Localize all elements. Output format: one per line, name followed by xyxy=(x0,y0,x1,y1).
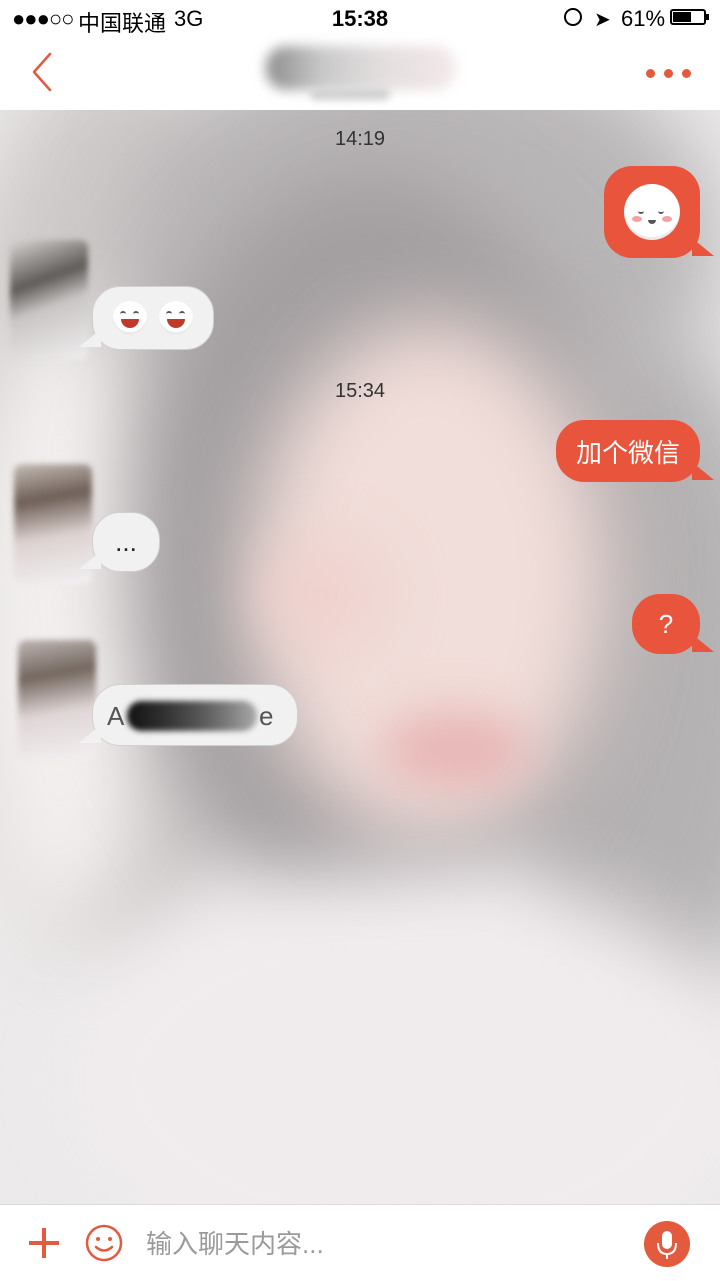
outgoing-message-bubble[interactable]: ? xyxy=(632,594,714,654)
message-timestamp: 15:34 xyxy=(334,380,386,402)
navigation-bar xyxy=(0,36,720,111)
laughing-face-emoji-icon xyxy=(159,301,193,335)
message-timestamp: 14:19 xyxy=(334,128,386,150)
smiley-icon xyxy=(85,1224,123,1262)
smiling-face-emoji-icon xyxy=(624,184,680,240)
incoming-message-bubble[interactable]: A e xyxy=(79,684,298,746)
back-button[interactable] xyxy=(22,50,66,94)
incoming-message-bubble[interactable] xyxy=(79,286,214,350)
redacted-contact-name xyxy=(266,46,456,90)
redacted-last-seen xyxy=(310,88,390,100)
microphone-icon xyxy=(657,1231,677,1259)
message-text: 加个微信 xyxy=(575,437,680,468)
outgoing-message-bubble[interactable]: 加个微信 xyxy=(556,420,714,482)
message-input-bar xyxy=(0,1204,720,1281)
battery-level xyxy=(673,12,692,22)
status-bar: ●●●○○ 中国联通 3G 15:38 ➤ 61% xyxy=(0,0,720,36)
incoming-message-bubble[interactable]: ... xyxy=(79,512,160,572)
battery-icon xyxy=(670,9,709,25)
outgoing-message-bubble[interactable] xyxy=(604,166,714,258)
message-text-prefix: A xyxy=(107,701,125,731)
plus-icon[interactable] xyxy=(26,1225,62,1261)
battery-percent: 61% xyxy=(621,6,666,31)
message-text-suffix: e xyxy=(259,701,274,731)
chat-title-redacted xyxy=(250,40,470,106)
location-arrow-icon: ➤ xyxy=(594,9,611,31)
status-time: 15:38 xyxy=(331,6,389,31)
message-text: ? xyxy=(658,608,674,639)
message-input[interactable] xyxy=(144,1219,628,1269)
emoji-picker-button[interactable] xyxy=(84,1223,124,1263)
rotation-lock-icon xyxy=(564,8,582,26)
voice-input-button[interactable] xyxy=(644,1221,690,1267)
contact-avatar[interactable] xyxy=(10,240,88,360)
chat-background-photo xyxy=(0,110,720,1204)
more-options-button[interactable] xyxy=(640,58,696,88)
message-text: ... xyxy=(115,526,137,557)
laughing-face-emoji-icon xyxy=(113,301,147,335)
redacted-message-text xyxy=(127,701,257,731)
more-dots-icon xyxy=(646,69,655,78)
chevron-left-icon xyxy=(32,52,52,92)
